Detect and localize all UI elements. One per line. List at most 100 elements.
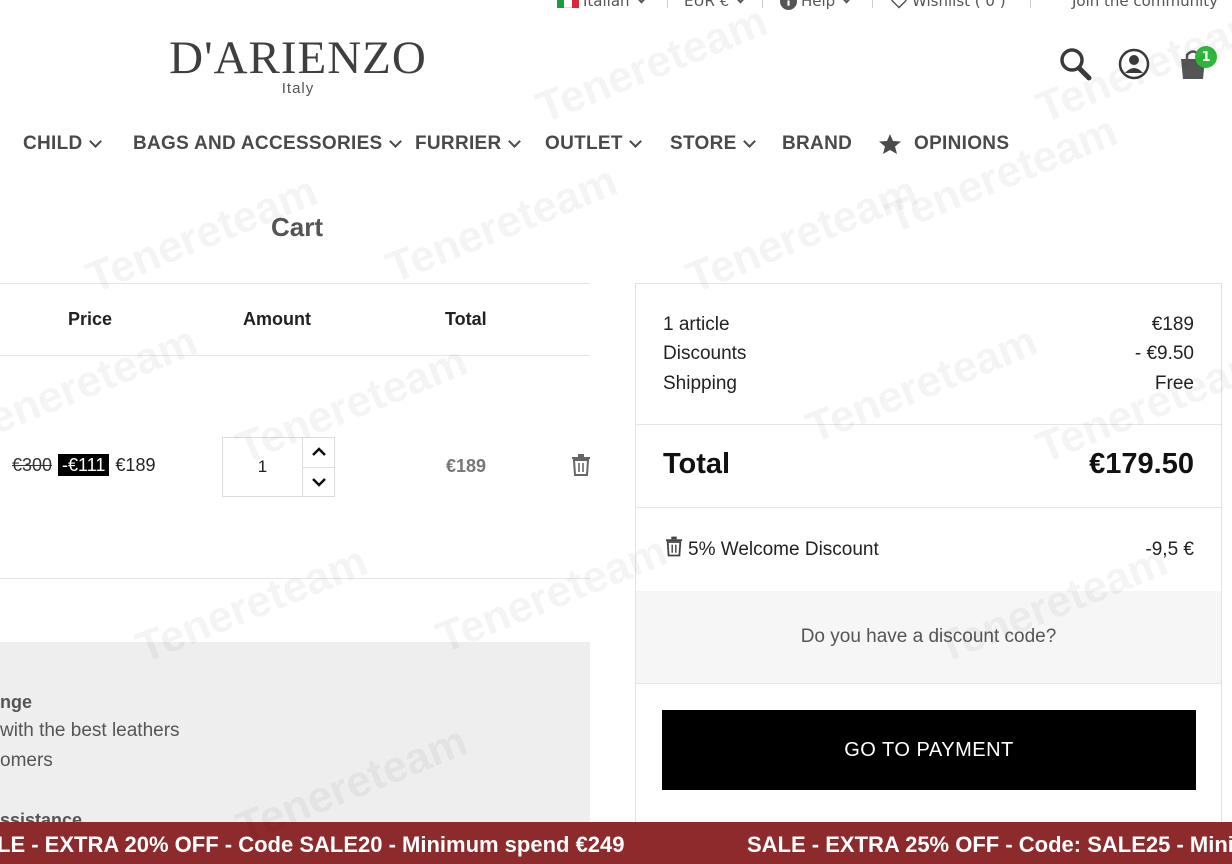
chevron-up-icon <box>311 447 326 457</box>
discount-code-prompt: Do you have a discount code? <box>800 626 1057 647</box>
heart-icon <box>891 0 907 9</box>
discount-badge: -€111 <box>58 454 110 476</box>
page-title: Cart <box>270 212 323 242</box>
chevron-down-icon <box>507 134 521 148</box>
remove-promo-button[interactable] <box>665 536 683 563</box>
divider <box>762 0 763 8</box>
order-summary: 1 article €189 Discounts - €9.50 Shippin… <box>635 283 1222 853</box>
nav-label: CHILD <box>23 133 83 154</box>
divider <box>667 0 668 8</box>
applied-promo: 5% Welcome Discount -9,5 € <box>665 536 1194 563</box>
promo-marquee: LE - EXTRA 20% OFF - Code SALE20 - Minim… <box>0 822 1232 864</box>
column-header-total: Total <box>445 309 487 329</box>
total-value: €179.50 <box>1089 448 1194 480</box>
chevron-down-icon <box>311 477 326 487</box>
item-total: €189 <box>446 456 487 476</box>
divider <box>636 507 1221 508</box>
nav-item-store[interactable]: STORE <box>670 133 756 155</box>
chevron-down-icon <box>735 0 746 3</box>
divider <box>0 283 590 284</box>
old-price: €300 <box>12 454 53 475</box>
marquee-message: LE - EXTRA 20% OFF - Code SALE20 - Minim… <box>0 832 625 857</box>
trash-icon <box>665 536 683 557</box>
quantity-decrease-button[interactable] <box>303 466 334 497</box>
brand-logo[interactable]: D'ARIENZO Italy <box>148 34 448 97</box>
promo-label: 5% Welcome Discount <box>688 538 879 560</box>
community-link[interactable]: Join the community <box>1072 0 1218 10</box>
summary-shipping: Shipping Free <box>663 373 1194 395</box>
column-header-price: Price <box>68 309 113 329</box>
chevron-down-icon <box>742 134 756 148</box>
star-icon <box>879 134 901 154</box>
quantity-increase-button[interactable] <box>303 438 334 467</box>
discounts-value: - €9.50 <box>1134 343 1194 364</box>
help-label: Help <box>801 0 836 10</box>
nav-item-opinions[interactable]: OPINIONS <box>878 133 1009 155</box>
nav-item-child[interactable]: CHILD <box>23 133 102 155</box>
wishlist-link[interactable]: Wishlist ( 0 ) <box>890 0 1006 10</box>
search-button[interactable] <box>1059 46 1093 82</box>
discounts-label: Discounts <box>663 343 747 364</box>
divider <box>636 683 1221 684</box>
nav-label: OUTLET <box>545 133 623 154</box>
nav-label: BRAND <box>782 133 853 154</box>
chevron-down-icon <box>841 0 852 3</box>
divider <box>1030 0 1031 8</box>
shipping-label: Shipping <box>663 373 737 394</box>
marquee-message: SALE - EXTRA 25% OFF - Code: SALE25 - Mi… <box>747 832 1232 857</box>
divider <box>0 355 590 356</box>
total-label: Total <box>663 448 731 480</box>
info-icon <box>780 0 797 10</box>
nav-item-furrier[interactable]: FURRIER <box>415 133 521 155</box>
currency-label: EUR € <box>684 0 730 10</box>
search-icon <box>1060 48 1092 81</box>
nav-label: OPINIONS <box>914 133 1010 154</box>
help-menu[interactable]: Help <box>780 0 852 10</box>
chevron-down-icon <box>636 0 646 3</box>
divider <box>872 0 873 8</box>
summary-total: Total €179.50 <box>663 448 1194 481</box>
account-button[interactable] <box>1117 46 1151 82</box>
articles-label: 1 article <box>663 314 730 335</box>
nav-item-bags-accessories[interactable]: BAGS AND ACCESSORIES <box>133 133 402 155</box>
trash-icon <box>572 454 590 476</box>
discount-code-toggle[interactable]: Do you have a discount code? <box>636 591 1221 683</box>
cart-count-badge: 1 <box>1195 46 1217 68</box>
italy-flag-icon <box>557 0 579 8</box>
quantity-input[interactable]: 1 <box>223 438 303 496</box>
chevron-down-icon <box>388 134 402 148</box>
item-price: €300 -€111 €189 <box>12 454 155 476</box>
benefit-text: omers <box>0 750 53 771</box>
divider <box>0 578 590 579</box>
user-icon <box>1118 48 1150 80</box>
logo-brand-text: D'ARIENZO <box>169 32 427 84</box>
wishlist-label: Wishlist ( 0 ) <box>912 0 1006 10</box>
watermark: Tenereteam <box>530 0 775 134</box>
benefit-text: with the best leathers <box>0 720 180 741</box>
nav-label: STORE <box>670 133 737 154</box>
shipping-value: Free <box>1154 373 1194 394</box>
column-header-amount: Amount <box>243 309 311 329</box>
language-selector[interactable]: Italian <box>557 0 647 10</box>
articles-value: €189 <box>1151 314 1194 335</box>
chevron-down-icon <box>88 134 102 148</box>
top-bar: Italian EUR € Help Wishlist ( 0 ) Join t… <box>0 0 1232 16</box>
quantity-stepper: 1 <box>222 437 335 497</box>
community-label: Join the community <box>1072 0 1219 10</box>
promo-value: -9,5 € <box>1145 538 1194 560</box>
divider <box>636 424 1221 425</box>
summary-discounts: Discounts - €9.50 <box>663 343 1194 365</box>
language-label: Italian <box>583 0 630 10</box>
watermark: Tenereteam <box>0 316 204 454</box>
currency-selector[interactable]: EUR € <box>684 0 746 10</box>
nav-item-brand[interactable]: BRAND <box>782 133 852 155</box>
nav-label: FURRIER <box>415 133 502 154</box>
nav-label: BAGS AND ACCESSORIES <box>133 133 383 154</box>
go-to-payment-button[interactable]: GO TO PAYMENT <box>662 710 1196 790</box>
benefits-panel: nge with the best leathers omers ssistan… <box>0 642 590 842</box>
benefit-heading: nge <box>0 692 33 712</box>
chevron-down-icon <box>628 134 642 148</box>
summary-articles: 1 article €189 <box>663 314 1194 336</box>
nav-item-outlet[interactable]: OUTLET <box>545 133 642 155</box>
remove-item-button[interactable] <box>571 454 591 480</box>
